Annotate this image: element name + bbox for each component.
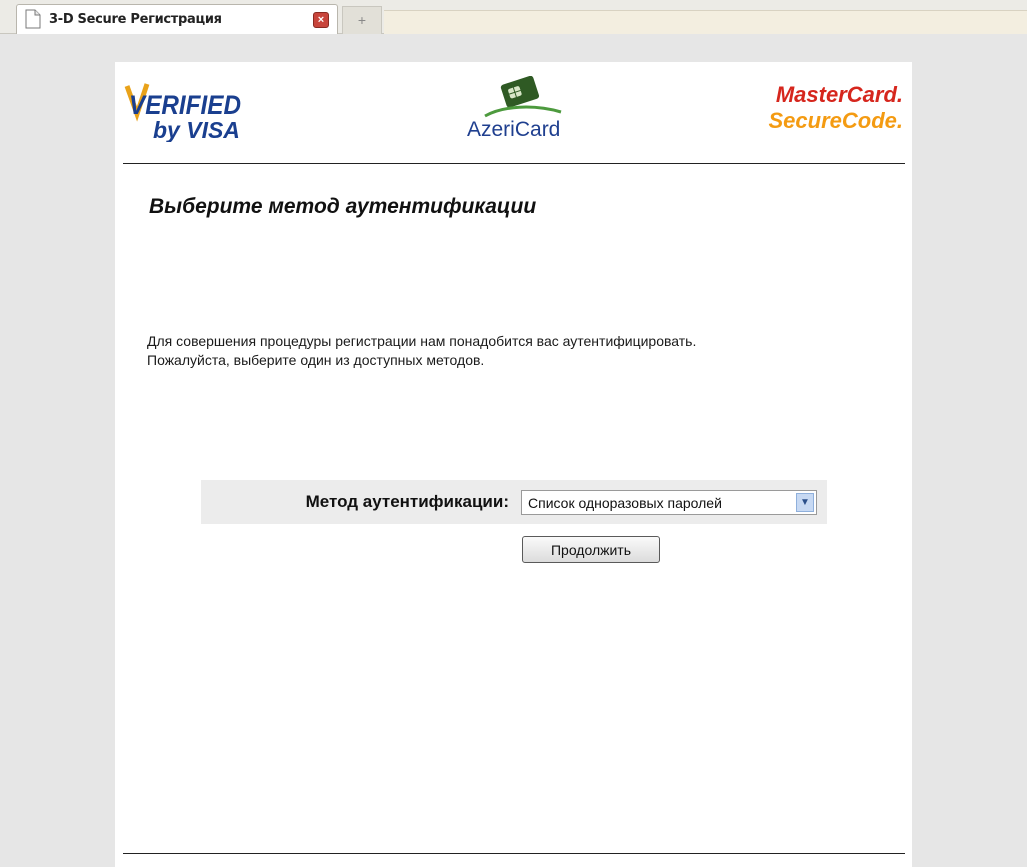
- auth-method-selected-value: Список одноразовых паролей: [528, 495, 722, 511]
- chevron-down-icon[interactable]: ▼: [796, 493, 814, 512]
- mastercard-logo-line2: SecureCode.: [769, 108, 904, 133]
- auth-method-select[interactable]: Список одноразовых паролей ▼: [521, 490, 817, 515]
- intro-line-2: Пожалуйста, выберите один из доступных м…: [147, 352, 485, 368]
- visa-logo-line2: by VISA: [153, 117, 240, 142]
- page-icon: [25, 9, 41, 29]
- tabstrip-background: [384, 10, 1027, 34]
- intro-line-1: Для совершения процедуры регистрации нам…: [147, 333, 697, 349]
- azericard-logo-text: AzeriCard: [467, 118, 560, 141]
- tab-title: 3-D Secure Регистрация: [49, 12, 222, 27]
- azericard-logo: AzeriCard: [467, 76, 562, 141]
- auth-method-row: Метод аутентификации: Список одноразовых…: [201, 480, 827, 524]
- page-title: Выберите метод аутентификации: [149, 195, 537, 218]
- page-panel: VERIFIED by VISA AzeriCard MasterCard. S…: [115, 62, 912, 867]
- verified-by-visa-logo: VERIFIED by VISA: [124, 83, 241, 142]
- header-divider: [123, 163, 905, 164]
- visa-logo-line1: VERIFIED: [129, 90, 241, 120]
- mastercard-securecode-logo: MasterCard. SecureCode.: [769, 82, 904, 133]
- browser-tab-strip: 3-D Secure Регистрация × +: [0, 0, 1027, 34]
- footer-divider: [123, 853, 905, 854]
- browser-tab[interactable]: 3-D Secure Регистрация ×: [16, 4, 338, 34]
- mastercard-logo-line1: MasterCard.: [776, 82, 903, 107]
- new-tab-button[interactable]: +: [342, 6, 382, 34]
- intro-text: Для совершения процедуры регистрации нам…: [147, 332, 847, 370]
- close-icon[interactable]: ×: [313, 12, 329, 28]
- continue-button[interactable]: Продолжить: [522, 536, 660, 563]
- auth-method-label: Метод аутентификации:: [305, 492, 509, 511]
